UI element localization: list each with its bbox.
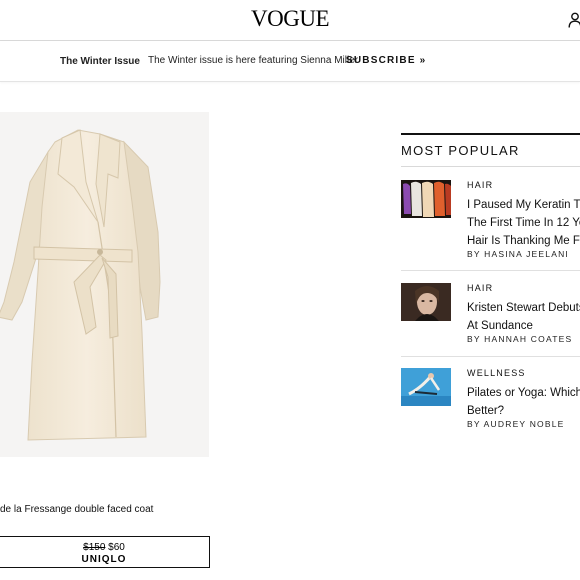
portrait-photo: [401, 283, 451, 321]
story-divider: [401, 270, 580, 271]
story-byline[interactable]: BY HASINA JEELANI: [467, 249, 569, 259]
vogue-logo[interactable]: VOGUE: [0, 6, 580, 32]
story-thumbnail[interactable]: [401, 283, 451, 321]
story-title-line: Hair Is Thanking Me Fo: [467, 235, 580, 247]
product-title[interactable]: de la Fressange double faced coat: [0, 504, 153, 515]
story-title[interactable]: Pilates or Yoga: Which Better?: [467, 384, 580, 420]
story-title-line: At Sundance: [467, 320, 533, 332]
story-title-line: Better?: [467, 405, 505, 417]
section-divider: [401, 166, 580, 167]
buy-button[interactable]: $150 $60 UNIQLO: [0, 536, 210, 568]
promo-banner: The Winter Issue The Winter issue is her…: [0, 41, 580, 82]
price-line: $150 $60: [0, 542, 209, 553]
story-divider: [401, 356, 580, 357]
sale-price: $60: [108, 542, 125, 553]
story-category: HAIR: [467, 180, 494, 190]
product-image[interactable]: [0, 112, 209, 457]
retailer-name: UNIQLO: [81, 554, 127, 565]
most-popular-heading: MOST POPULAR: [401, 143, 520, 158]
hair-photo: [401, 180, 451, 218]
story-card[interactable]: HAIR Kristen Stewart Debuts At Sundance …: [401, 283, 580, 347]
story-title[interactable]: Kristen Stewart Debuts At Sundance: [467, 299, 580, 335]
story-thumbnail[interactable]: [401, 180, 451, 218]
story-title-line: Kristen Stewart Debuts: [467, 302, 580, 314]
story-card[interactable]: WELLNESS Pilates or Yoga: Which Better? …: [401, 368, 580, 432]
story-category: HAIR: [467, 283, 494, 293]
story-title-line: I Paused My Keratin Tr: [467, 199, 580, 211]
story-byline[interactable]: BY AUDREY NOBLE: [467, 419, 565, 429]
user-icon[interactable]: [568, 12, 580, 28]
original-price: $150: [83, 542, 106, 553]
story-thumbnail[interactable]: [401, 368, 451, 406]
subscribe-link[interactable]: SUBSCRIBE »: [346, 55, 426, 66]
promo-issue-label: The Winter Issue: [60, 56, 140, 67]
story-category: WELLNESS: [467, 368, 526, 378]
pilates-photo: [401, 368, 451, 406]
coat-illustration: [0, 129, 161, 441]
story-byline[interactable]: BY HANNAH COATES: [467, 334, 572, 344]
story-title-line: The First Time In 12 Yea: [467, 217, 580, 229]
promo-text: The Winter issue is here featuring Sienn…: [148, 55, 359, 66]
story-title-line: Pilates or Yoga: Which: [467, 387, 580, 399]
story-title[interactable]: I Paused My Keratin Tr The First Time In…: [467, 196, 580, 250]
story-card[interactable]: HAIR I Paused My Keratin Tr The First Ti…: [401, 180, 580, 260]
section-rule: [401, 133, 580, 135]
site-header: VOGUE: [0, 0, 580, 41]
